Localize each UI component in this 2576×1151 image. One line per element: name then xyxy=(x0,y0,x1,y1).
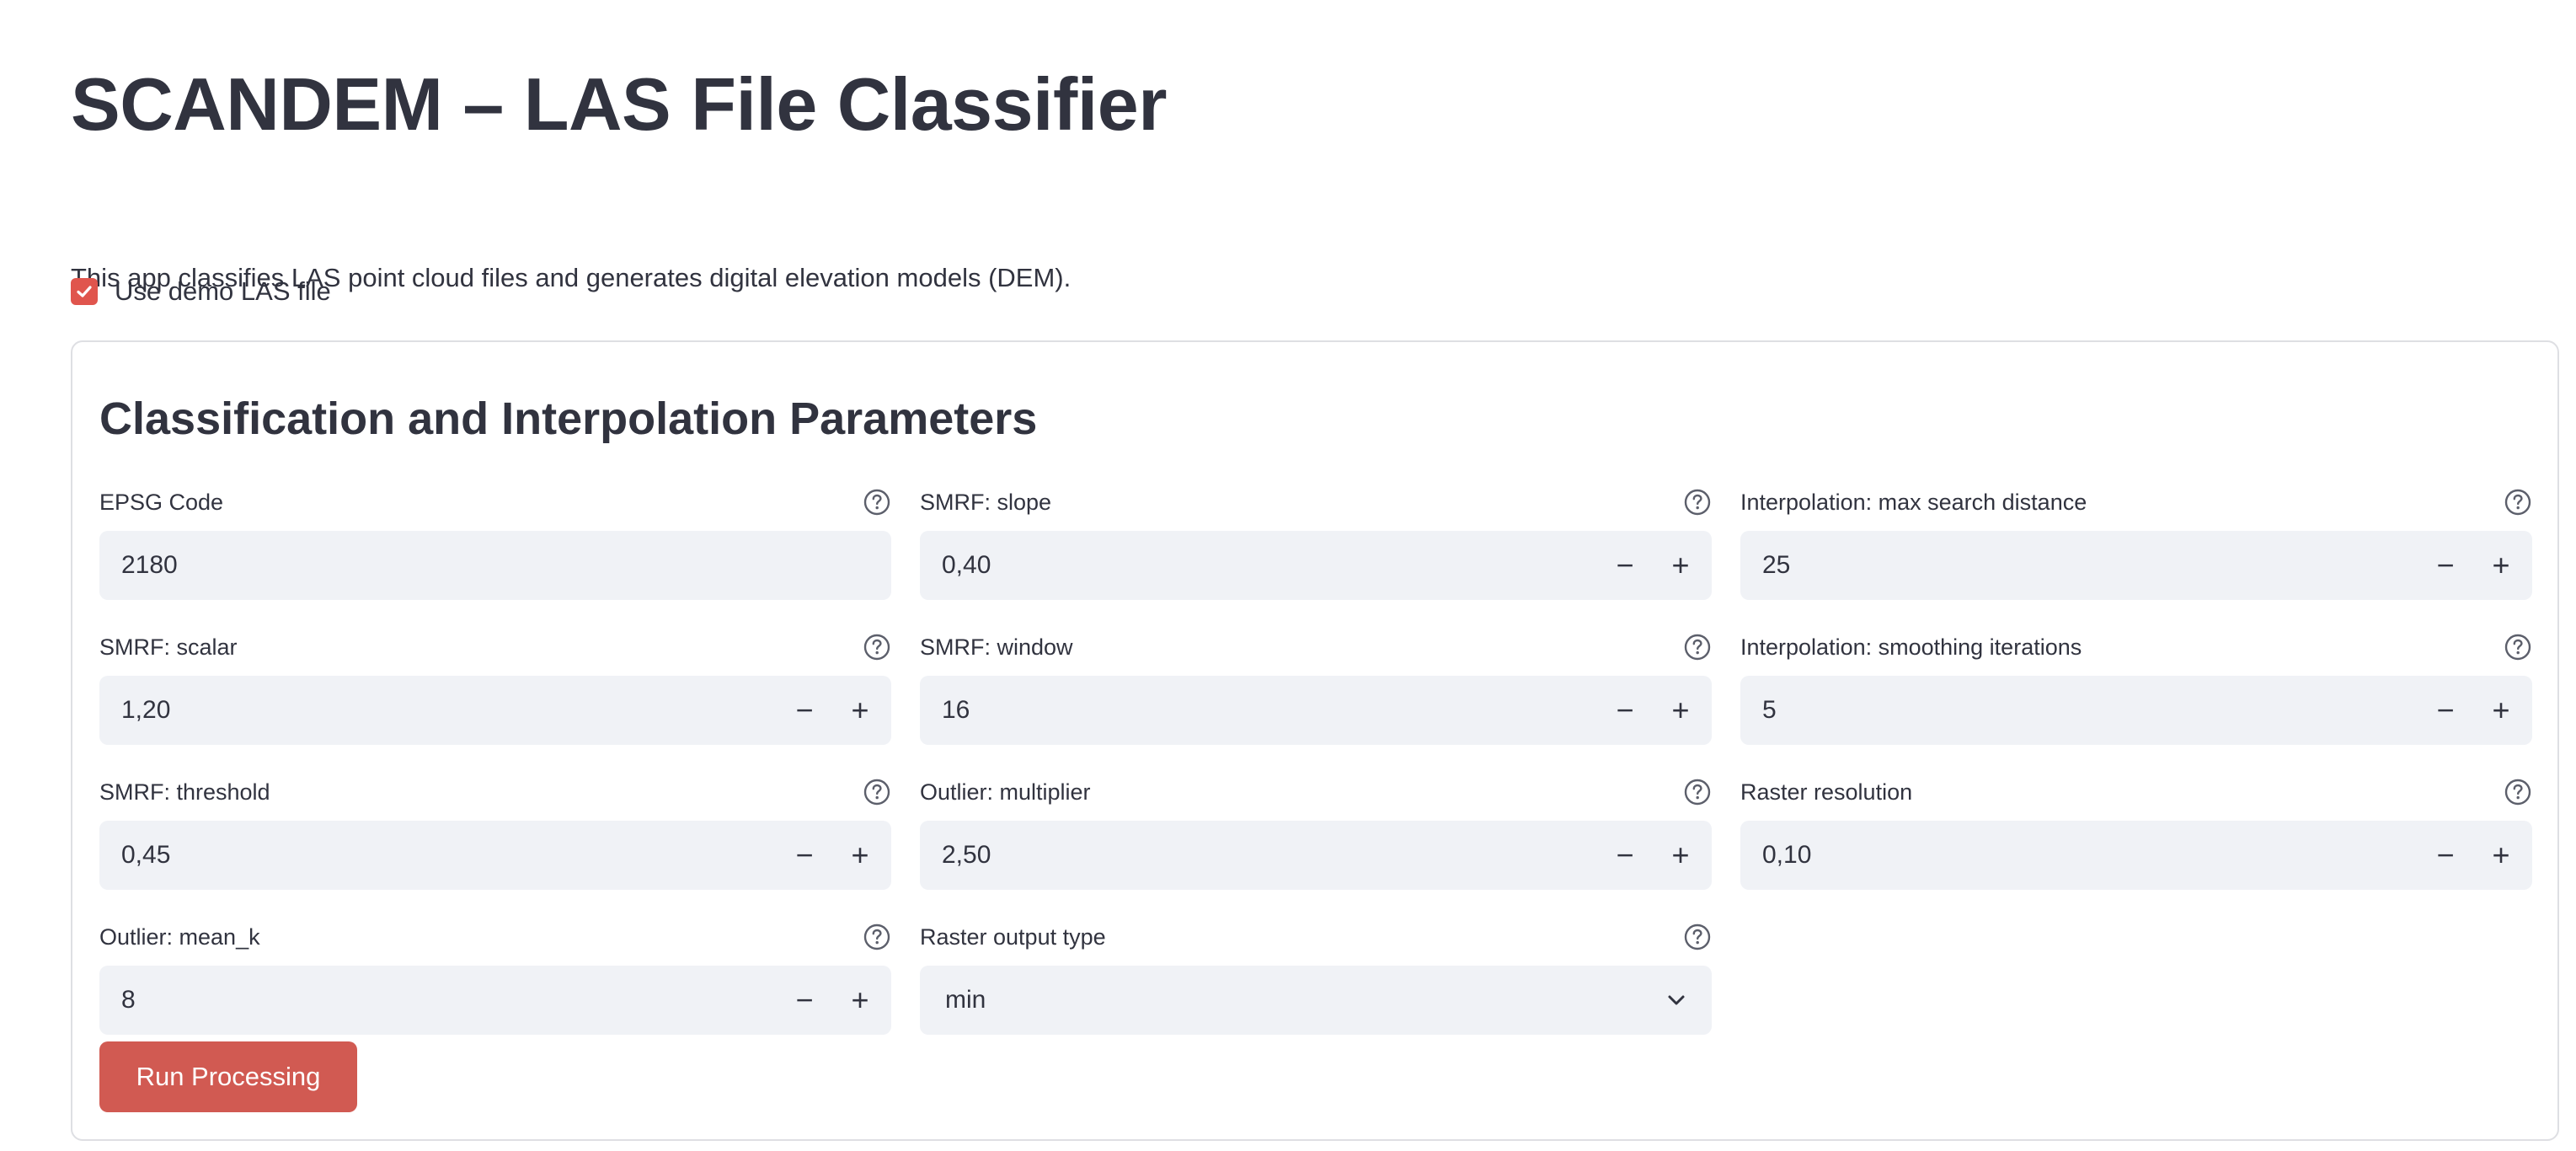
decrement-button[interactable]: − xyxy=(2418,531,2473,600)
input-value: 0,40 xyxy=(942,551,991,579)
input-value: 16 xyxy=(942,696,970,724)
select-value: min xyxy=(945,986,986,1014)
input-value: 0,10 xyxy=(1762,841,1812,869)
input-value: 5 xyxy=(1762,696,1777,724)
field-label: SMRF: slope xyxy=(920,489,1052,515)
decrement-button[interactable]: − xyxy=(777,966,832,1035)
smrf-threshold-field: SMRF: threshold 0,45 − + xyxy=(99,775,891,890)
outlier-multiplier-field: Outlier: multiplier 2,50 − + xyxy=(920,775,1712,890)
help-icon[interactable] xyxy=(1683,923,1712,951)
smrf-window-field: SMRF: window 16 − + xyxy=(920,630,1712,745)
raster-resolution-input[interactable]: 0,10 − + xyxy=(1740,821,2532,890)
parameters-form: Classification and Interpolation Paramet… xyxy=(71,340,2559,1141)
decrement-button[interactable]: − xyxy=(777,821,832,890)
field-label: EPSG Code xyxy=(99,489,224,515)
outlier-multiplier-input[interactable]: 2,50 − + xyxy=(920,821,1712,890)
smrf-window-input[interactable]: 16 − + xyxy=(920,676,1712,745)
interp-max-distance-field: Interpolation: max search distance 25 − … xyxy=(1740,485,2532,600)
help-icon[interactable] xyxy=(1683,488,1712,517)
smrf-threshold-input[interactable]: 0,45 − + xyxy=(99,821,891,890)
field-label: SMRF: scalar xyxy=(99,634,238,660)
decrement-button[interactable]: − xyxy=(2418,821,2473,890)
decrement-button[interactable]: − xyxy=(1597,676,1653,745)
interp-max-distance-input[interactable]: 25 − + xyxy=(1740,531,2532,600)
run-processing-button[interactable]: Run Processing xyxy=(99,1041,357,1112)
field-label: SMRF: threshold xyxy=(99,779,270,805)
interp-smoothing-input[interactable]: 5 − + xyxy=(1740,676,2532,745)
raster-resolution-field: Raster resolution 0,10 − + xyxy=(1740,775,2532,890)
increment-button[interactable]: + xyxy=(2473,531,2529,600)
help-icon[interactable] xyxy=(863,488,891,517)
smrf-slope-input[interactable]: 0,40 − + xyxy=(920,531,1712,600)
use-demo-label: Use demo LAS file xyxy=(115,276,331,306)
field-label: Outlier: multiplier xyxy=(920,779,1091,805)
use-demo-checkbox[interactable]: Use demo LAS file xyxy=(71,276,331,307)
increment-button[interactable]: + xyxy=(1653,531,1708,600)
page: SCANDEM – LAS File Classifier This app c… xyxy=(0,0,2576,1151)
help-icon[interactable] xyxy=(863,778,891,806)
field-label: SMRF: window xyxy=(920,634,1073,660)
field-label: Interpolation: smoothing iterations xyxy=(1740,634,2082,660)
decrement-button[interactable]: − xyxy=(1597,531,1653,600)
smrf-scalar-field: SMRF: scalar 1,20 − + xyxy=(99,630,891,745)
checkbox-checked-icon[interactable] xyxy=(71,278,98,305)
help-icon[interactable] xyxy=(1683,633,1712,661)
field-label: Outlier: mean_k xyxy=(99,923,260,950)
chevron-down-icon xyxy=(1668,995,1685,1005)
raster-output-type-select[interactable]: min xyxy=(920,966,1712,1035)
increment-button[interactable]: + xyxy=(832,821,888,890)
field-label: Raster output type xyxy=(920,923,1106,950)
smrf-slope-field: SMRF: slope 0,40 − + xyxy=(920,485,1712,600)
increment-button[interactable]: + xyxy=(832,966,888,1035)
input-value: 2180 xyxy=(121,551,178,579)
input-value: 1,20 xyxy=(121,696,171,724)
page-title: SCANDEM – LAS File Classifier xyxy=(71,62,1167,146)
increment-button[interactable]: + xyxy=(2473,676,2529,745)
input-value: 8 xyxy=(121,986,136,1014)
help-icon[interactable] xyxy=(863,923,891,951)
outlier-mean-k-input[interactable]: 8 − + xyxy=(99,966,891,1035)
epsg-code-input[interactable]: 2180 xyxy=(99,531,891,600)
increment-button[interactable]: + xyxy=(832,676,888,745)
smrf-scalar-input[interactable]: 1,20 − + xyxy=(99,676,891,745)
help-icon[interactable] xyxy=(2504,488,2532,517)
input-value: 0,45 xyxy=(121,841,171,869)
increment-button[interactable]: + xyxy=(1653,676,1708,745)
decrement-button[interactable]: − xyxy=(2418,676,2473,745)
interp-smoothing-field: Interpolation: smoothing iterations 5 − … xyxy=(1740,630,2532,745)
outlier-mean-k-field: Outlier: mean_k 8 − + xyxy=(99,920,891,1035)
help-icon[interactable] xyxy=(863,633,891,661)
decrement-button[interactable]: − xyxy=(1597,821,1653,890)
epsg-code-field: EPSG Code 2180 xyxy=(99,485,891,600)
raster-output-type-field: Raster output type min xyxy=(920,920,1712,1035)
decrement-button[interactable]: − xyxy=(777,676,832,745)
help-icon[interactable] xyxy=(2504,778,2532,806)
field-label: Raster resolution xyxy=(1740,779,1913,805)
help-icon[interactable] xyxy=(2504,633,2532,661)
form-title: Classification and Interpolation Paramet… xyxy=(99,393,1038,444)
input-value: 2,50 xyxy=(942,841,991,869)
increment-button[interactable]: + xyxy=(2473,821,2529,890)
help-icon[interactable] xyxy=(1683,778,1712,806)
increment-button[interactable]: + xyxy=(1653,821,1708,890)
input-value: 25 xyxy=(1762,551,1791,579)
field-label: Interpolation: max search distance xyxy=(1740,489,2087,515)
